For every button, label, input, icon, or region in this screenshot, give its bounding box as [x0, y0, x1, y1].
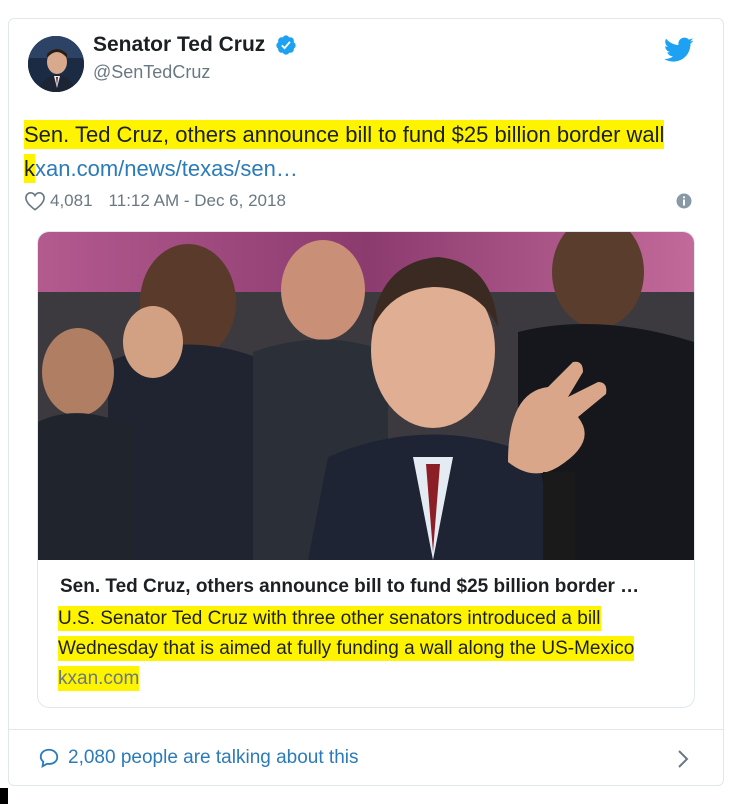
card-description: U.S. Senator Ted Cruz with three other s… [58, 604, 678, 664]
twitter-bird-icon[interactable] [663, 37, 694, 63]
heart-icon[interactable] [24, 191, 46, 211]
info-icon[interactable] [676, 193, 692, 209]
corner-mark [0, 788, 8, 804]
tweet-link[interactable]: xan.com/news/texas/sen… [35, 156, 298, 181]
talking-about-text[interactable]: 2,080 people are talking about this [68, 747, 359, 769]
footer-divider [8, 729, 724, 730]
tweet-text: Sen. Ted Cruz, others announce bill to f… [24, 118, 684, 186]
speech-bubble-icon [39, 748, 59, 768]
author-name-row[interactable]: Senator Ted Cruz [93, 33, 297, 57]
chevron-right-icon[interactable] [676, 748, 690, 770]
author-handle[interactable]: @SenTedCruz [93, 62, 210, 83]
card-description-text: U.S. Senator Ted Cruz with three other s… [58, 606, 635, 661]
article-photo [38, 232, 694, 560]
verified-badge-icon [275, 34, 297, 56]
timestamp[interactable]: 11:12 AM - Dec 6, 2018 [109, 191, 286, 211]
card-title[interactable]: Sen. Ted Cruz, others announce bill to f… [60, 576, 680, 598]
author-name[interactable]: Senator Ted Cruz [93, 33, 265, 57]
card-domain[interactable]: kxan.com [58, 664, 140, 694]
talking-about-link[interactable]: 2,080 people are talking about this [38, 747, 359, 769]
link-preview-card[interactable]: Sen. Ted Cruz, others announce bill to f… [37, 231, 695, 708]
avatar[interactable] [28, 36, 84, 92]
like-count[interactable]: 4,081 [50, 191, 93, 211]
tweet-meta: 4,081 11:12 AM - Dec 6, 2018 [24, 191, 286, 211]
